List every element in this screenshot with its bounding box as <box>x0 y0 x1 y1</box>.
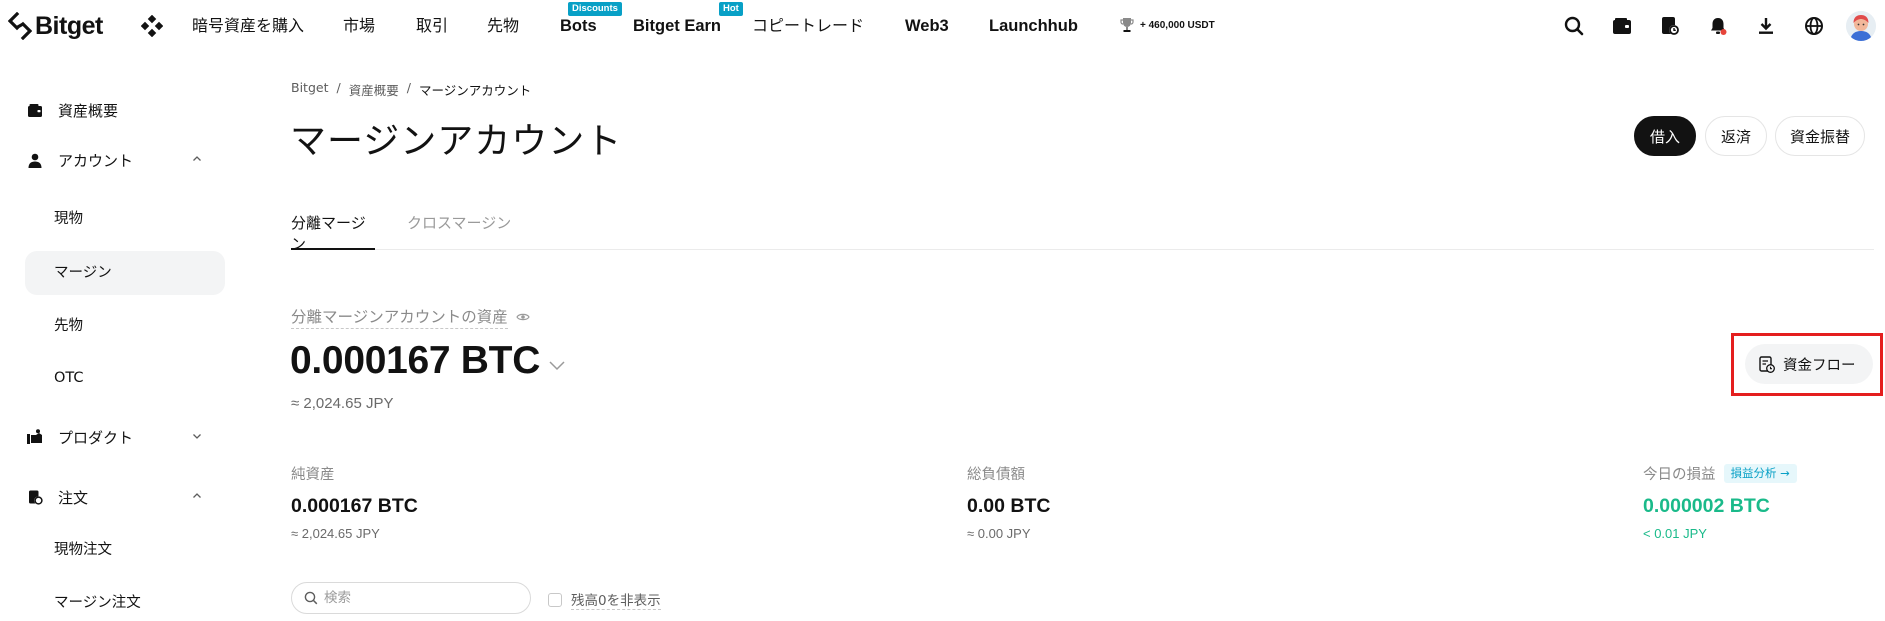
chevron-up-icon[interactable] <box>190 489 204 503</box>
net-assets-stat: 純資産 0.000167 BTC ≈ 2,024.65 JPY <box>291 463 418 542</box>
chevron-down-icon[interactable] <box>190 429 204 443</box>
nav-trade[interactable]: 取引 <box>416 15 448 37</box>
net-assets-label: 純資産 <box>291 466 335 483</box>
search-input[interactable] <box>324 590 504 606</box>
nav-bots-badge: Discounts <box>568 2 622 16</box>
chevron-up-icon[interactable] <box>190 152 204 166</box>
total-debt-stat: 総負債額 0.00 BTC ≈ 0.00 JPY <box>967 463 1051 542</box>
breadcrumb: Bitget / 資産概要 / マージンアカウント <box>291 80 531 99</box>
promo-banner[interactable]: + 460,000 USDT <box>1120 17 1215 33</box>
nav-bots[interactable]: Bots <box>560 15 597 37</box>
nav-launchhub[interactable]: Launchhub <box>989 15 1078 37</box>
nav-markets[interactable]: 市場 <box>343 15 375 37</box>
sidebar: 資産概要 アカウント 現物 マージン 先物 OTC プロダクト 注文 現物注文 … <box>0 52 240 621</box>
sidebar-item-spot[interactable]: 現物 <box>25 197 225 241</box>
nav-copy-trade[interactable]: コピートレード <box>752 15 864 37</box>
chevron-down-icon[interactable] <box>548 359 566 371</box>
sidebar-item-label: プロダクト <box>58 428 134 447</box>
sidebar-item-otc[interactable]: OTC <box>25 356 225 400</box>
total-debt-value: 0.00 BTC <box>967 495 1051 517</box>
net-assets-value: 0.000167 BTC <box>291 495 418 517</box>
search-icon <box>304 591 318 605</box>
search-icon[interactable] <box>1562 14 1586 38</box>
nav-buy-crypto[interactable]: 暗号資産を購入 <box>192 15 304 37</box>
total-assets-value: 0.000167 BTC <box>290 339 541 382</box>
sidebar-item-futures[interactable]: 先物 <box>25 304 225 348</box>
todays-pnl-label: 今日の損益 <box>1643 466 1716 483</box>
bitget-logo-icon <box>8 12 32 40</box>
eye-icon[interactable] <box>516 312 530 322</box>
user-icon <box>26 151 44 169</box>
bitget-logo[interactable]: Bitget <box>8 12 103 40</box>
nav-futures[interactable]: 先物 <box>487 15 519 37</box>
transfer-button[interactable]: 資金振替 <box>1775 116 1865 156</box>
borrow-button[interactable]: 借入 <box>1634 116 1696 156</box>
breadcrumb-separator: / <box>406 80 411 95</box>
sidebar-item-product[interactable]: プロダクト <box>26 415 224 459</box>
sidebar-item-orders[interactable]: 注文 <box>26 475 224 519</box>
apps-grid-icon[interactable] <box>141 15 163 37</box>
sidebar-item-overview[interactable]: 資産概要 <box>26 88 224 132</box>
bell-icon[interactable] <box>1706 14 1730 38</box>
trophy-icon <box>1120 18 1134 32</box>
hide-zero-balance[interactable]: 残高0を非表示 <box>548 589 661 610</box>
nav-bitget-earn[interactable]: Bitget Earn <box>633 15 721 37</box>
net-assets-fiat: ≈ 2,024.65 JPY <box>291 526 380 541</box>
todays-pnl-fiat: < 0.01 JPY <box>1643 526 1707 541</box>
sidebar-item-label: 注文 <box>58 488 89 507</box>
hide-zero-checkbox[interactable] <box>548 592 562 607</box>
sidebar-item-label: アカウント <box>58 151 134 170</box>
total-debt-label: 総負債額 <box>967 466 1025 483</box>
page-title: マージンアカウント <box>290 121 623 162</box>
download-icon[interactable] <box>1754 14 1778 38</box>
top-navigation: Bitget 暗号資産を購入 市場 取引 先物 Bots Discounts B… <box>0 0 1885 52</box>
repay-button[interactable]: 返済 <box>1705 116 1767 156</box>
breadcrumb-current: マージンアカウント <box>418 83 532 98</box>
wallet-icon[interactable] <box>1610 14 1634 38</box>
orders-icon[interactable] <box>1658 14 1682 38</box>
total-assets-fiat: ≈ 2,024.65 JPY <box>291 395 394 412</box>
sidebar-item-margin[interactable]: マージン <box>25 251 225 295</box>
tab-cross-margin[interactable]: クロスマージン <box>407 212 511 250</box>
todays-pnl-stat: 今日の損益 損益分析 → 0.000002 BTC < 0.01 JPY <box>1643 463 1797 541</box>
product-icon <box>26 428 44 446</box>
globe-icon[interactable] <box>1802 14 1826 38</box>
fund-flow-button[interactable]: 資金フロー <box>1745 344 1873 384</box>
bitget-wordmark: Bitget <box>35 11 103 40</box>
assets-label: 分離マージンアカウントの資産 <box>291 305 530 329</box>
pnl-analysis-link[interactable]: 損益分析 → <box>1723 463 1797 483</box>
total-debt-fiat: ≈ 0.00 JPY <box>967 526 1031 541</box>
sidebar-item-label: 資産概要 <box>58 101 119 120</box>
orders-icon <box>26 488 44 506</box>
user-avatar[interactable] <box>1846 11 1876 41</box>
sidebar-item-margin-orders[interactable]: マージン注文 <box>25 581 225 621</box>
sidebar-item-account[interactable]: アカウント <box>26 138 224 182</box>
search-box <box>291 582 531 614</box>
todays-pnl-value: 0.000002 BTC <box>1643 495 1770 517</box>
fund-flow-label: 資金フロー <box>1783 357 1856 374</box>
breadcrumb-assets[interactable]: 資産概要 <box>349 80 399 99</box>
breadcrumb-separator: / <box>336 80 341 95</box>
breadcrumb-home[interactable]: Bitget <box>291 80 328 99</box>
document-clock-icon <box>1759 355 1775 373</box>
assets-label-text: 分離マージンアカウントの資産 <box>291 305 508 329</box>
hide-zero-label: 残高0を非表示 <box>571 589 661 610</box>
margin-tabs: 分離マージン クロスマージン <box>291 212 1874 253</box>
nav-earn-badge: Hot <box>719 2 743 16</box>
tab-isolated-margin[interactable]: 分離マージン <box>291 212 375 253</box>
wallet-icon <box>26 101 44 119</box>
nav-web3[interactable]: Web3 <box>905 15 949 37</box>
promo-text: + 460,000 USDT <box>1140 19 1215 31</box>
sidebar-item-spot-orders[interactable]: 現物注文 <box>25 528 225 572</box>
total-assets: 0.000167 BTC <box>290 339 566 383</box>
